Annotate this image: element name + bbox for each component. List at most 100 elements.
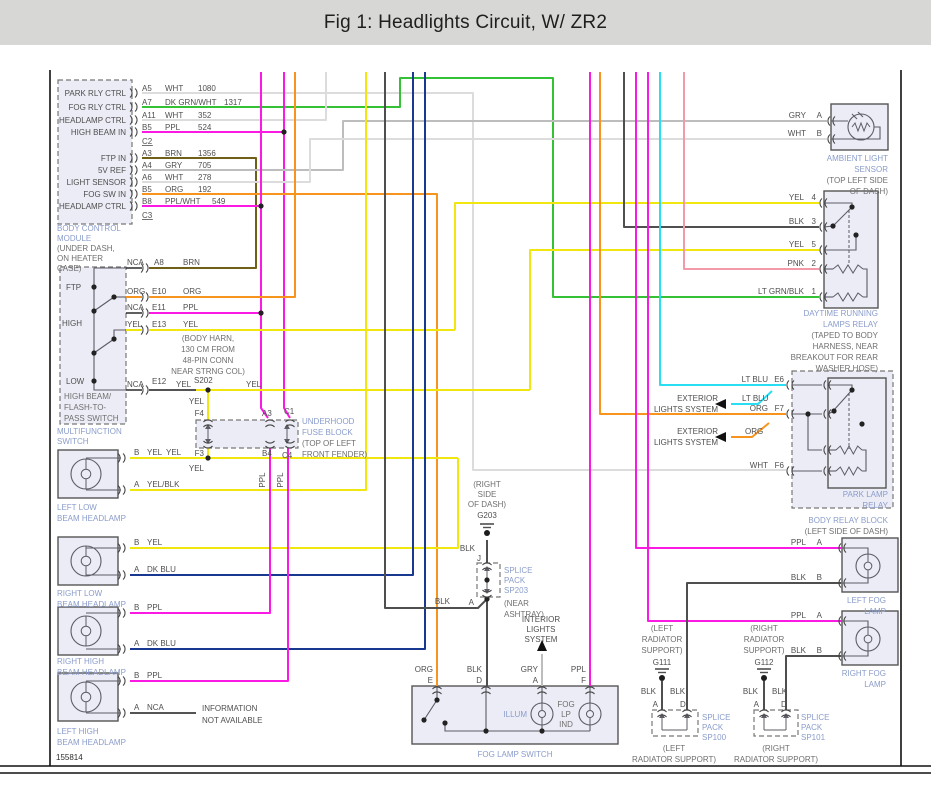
right-low-beam-box xyxy=(57,536,119,586)
label-blk: BLK xyxy=(743,687,759,696)
label-dk-grn-wht: DK GRN/WHT xyxy=(165,98,217,107)
label-relay: RELAY xyxy=(862,501,888,510)
label-e6: E6 xyxy=(774,375,784,384)
label-blk: BLK xyxy=(435,597,451,606)
label-a5: A5 xyxy=(142,84,152,93)
label-g203: G203 xyxy=(477,511,497,520)
junction-dot xyxy=(849,387,855,393)
label-1317: 1317 xyxy=(224,98,242,107)
junction-dot xyxy=(91,284,97,290)
label-right: (RIGHT xyxy=(750,624,778,633)
label-b: B xyxy=(134,538,139,547)
label-beam-headlamp: BEAM HEADLAMP xyxy=(57,514,126,523)
label-left: (LEFT xyxy=(663,744,685,753)
label-blk: BLK xyxy=(791,646,807,655)
label-a: A xyxy=(817,111,823,120)
label-a11: A11 xyxy=(142,111,156,120)
junction-dot xyxy=(830,223,836,229)
label-exterior: EXTERIOR xyxy=(677,427,718,436)
diagram-id: 155814 xyxy=(56,753,83,762)
wire-ltblu-to-e6 xyxy=(659,72,786,386)
label-c1: C1 xyxy=(284,407,295,416)
label-a: A xyxy=(754,700,760,709)
label-yel: YEL xyxy=(789,240,805,249)
label-case: CASE) xyxy=(57,264,82,273)
junction-dot xyxy=(111,294,117,300)
label-dk-blu: DK BLU xyxy=(147,639,176,648)
label-278: 278 xyxy=(198,173,212,182)
label-e10: E10 xyxy=(152,287,167,296)
junction-dot xyxy=(484,577,490,583)
label-705: 705 xyxy=(198,161,212,170)
label-lt-blu: LT BLU xyxy=(742,394,769,403)
wire-a4-gry-705 xyxy=(142,120,827,171)
label-524: 524 xyxy=(198,123,212,132)
label-lights-system: LIGHTS SYSTEM xyxy=(654,438,718,447)
label-washer-hose: WASHER HOSE) xyxy=(816,364,879,373)
label-lights-system: LIGHTS SYSTEM xyxy=(654,405,718,414)
label-pack: PACK xyxy=(702,723,724,732)
label-ambient-light: AMBIENT LIGHT xyxy=(827,154,888,163)
label-wht: WHT xyxy=(165,173,183,182)
label-lp: LP xyxy=(561,710,571,719)
junction-dot xyxy=(111,336,117,342)
junction-dot xyxy=(539,728,545,734)
label-wht: WHT xyxy=(165,111,183,120)
label-yel: YEL xyxy=(147,538,163,547)
label-high-beam-in: HIGH BEAM IN xyxy=(71,128,126,137)
label-gry: GRY xyxy=(789,111,807,120)
label-ppl: PPL xyxy=(571,665,587,674)
junction-dot xyxy=(849,204,855,210)
junction-dot xyxy=(205,387,211,393)
junction-dot xyxy=(91,350,97,356)
label-splice: SPLICE xyxy=(702,713,730,722)
junction-dot xyxy=(434,697,440,703)
label-yel: YEL xyxy=(166,448,182,457)
label-breakout-for-rear: BREAKOUT FOR REAR xyxy=(791,353,879,362)
label-support: SUPPORT) xyxy=(641,646,683,655)
label-body-control: BODY CONTROL xyxy=(57,224,121,233)
label-f6: F6 xyxy=(775,461,785,470)
wire-ppl-to-c1 xyxy=(283,72,291,419)
junction-dot xyxy=(91,308,97,314)
right-high-beam-box xyxy=(57,606,119,656)
junction-dot xyxy=(805,411,811,417)
label-lt-blu: LT BLU xyxy=(742,375,769,384)
wire-yel-to-drl5 xyxy=(529,249,819,390)
label-pack: PACK xyxy=(504,576,526,585)
label-right-fog: RIGHT FOG xyxy=(842,669,886,678)
sp101-box xyxy=(753,709,799,737)
label-sp100: SP100 xyxy=(702,733,727,742)
label-ppl-wht: PPL/WHT xyxy=(165,197,201,206)
g112-ground-dot xyxy=(761,675,767,681)
label-yel: YEL xyxy=(789,193,805,202)
label-near: (NEAR xyxy=(504,599,529,608)
label-ppl: PPL xyxy=(258,472,267,488)
label-yel: YEL xyxy=(127,320,143,329)
label-192: 192 xyxy=(198,185,212,194)
junction-dot xyxy=(91,378,97,384)
wire-rlb-b-yel xyxy=(130,458,459,549)
label-2: 2 xyxy=(812,259,817,268)
label-130-cm-from: 130 CM FROM xyxy=(181,345,235,354)
label-left: (LEFT xyxy=(651,624,673,633)
label-c3: C3 xyxy=(142,211,153,220)
label-c2: C2 xyxy=(142,137,153,146)
label-radiator: RADIATOR xyxy=(744,635,785,644)
junction-dot xyxy=(258,203,264,209)
label-f7: F7 xyxy=(775,404,785,413)
label-352: 352 xyxy=(198,111,212,120)
label-brn: BRN xyxy=(165,149,182,158)
label-a: A xyxy=(134,480,140,489)
junction-dot xyxy=(442,720,448,726)
label-nca: NCA xyxy=(127,303,145,312)
label-switch: SWITCH xyxy=(57,437,89,446)
label-48-pin-conn: 48-PIN CONN xyxy=(183,356,234,365)
left-high-beam-box xyxy=(57,672,119,722)
label-a4: A4 xyxy=(142,161,152,170)
label-harness-near: HARNESS, NEAR xyxy=(813,342,879,351)
label-a: A xyxy=(817,538,823,547)
label-left-low: LEFT LOW xyxy=(57,503,97,512)
label-headlamp-ctrl: HEADLAMP CTRL xyxy=(59,202,127,211)
label-body-harn: (BODY HARN, xyxy=(182,334,234,343)
